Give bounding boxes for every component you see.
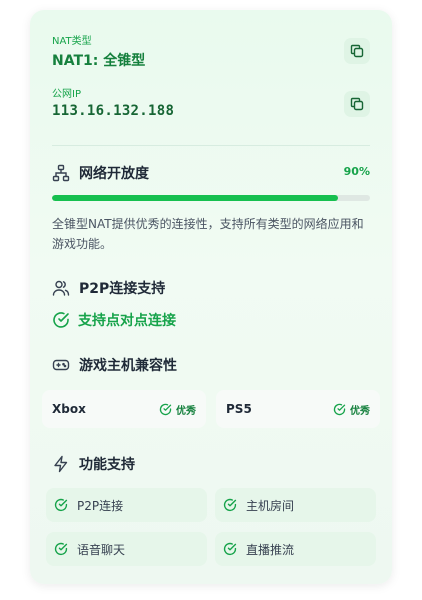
check-circle-icon: [53, 312, 69, 328]
feature-label: P2P连接: [77, 498, 124, 513]
openness-title: 网络开放度: [79, 166, 149, 182]
openness-progress: [52, 195, 370, 201]
console-card-xbox: Xbox 优秀: [42, 390, 206, 428]
progress-fill: [52, 195, 339, 201]
console-name: Xbox: [52, 402, 86, 416]
public-ip-value: 113.16.132.188: [52, 103, 175, 119]
console-list: Xbox 优秀 PS5 优秀: [42, 390, 380, 428]
console-rating: 优秀: [333, 402, 370, 417]
openness-section: 网络开放度 90%: [52, 163, 370, 183]
p2p-status: 支持点对点连接: [52, 310, 370, 330]
nat-type-section: NAT类型 NAT1: 全锥型: [52, 32, 370, 70]
console-name: PS5: [226, 402, 252, 416]
features-title: 功能支持: [79, 457, 135, 473]
features-section: 功能支持: [52, 454, 370, 474]
console-rating-text: 优秀: [350, 405, 370, 417]
public-ip-label: 公网IP: [52, 89, 81, 100]
feature-item: 语音聊天: [46, 532, 207, 566]
console-card-ps5: PS5 优秀: [216, 390, 380, 428]
p2p-section: P2P连接支持: [52, 278, 370, 298]
feature-item: P2P连接: [46, 488, 207, 522]
console-title: 游戏主机兼容性: [79, 358, 177, 374]
copy-ip-button[interactable]: [344, 91, 370, 117]
nat-type-value: NAT1: 全锥型: [52, 53, 146, 69]
feature-label: 语音聊天: [77, 542, 126, 557]
progress-track: [52, 195, 370, 201]
console-rating-text: 优秀: [176, 405, 196, 417]
p2p-title: P2P连接支持: [79, 281, 166, 297]
divider: [52, 145, 370, 146]
nat-info-card: NAT类型 NAT1: 全锥型 公网IP 113.16.132.188 网络开放…: [30, 10, 392, 584]
network-icon: [52, 164, 70, 182]
check-circle-icon: [54, 542, 68, 556]
copy-icon: [350, 44, 364, 58]
check-circle-icon: [159, 403, 172, 415]
console-heading: 游戏主机兼容性: [52, 355, 370, 375]
public-ip-section: 公网IP 113.16.132.188: [52, 85, 370, 119]
p2p-heading: P2P连接支持: [52, 278, 370, 298]
p2p-status-text: 支持点对点连接: [78, 313, 176, 329]
openness-heading: 网络开放度: [52, 163, 370, 183]
console-rating: 优秀: [159, 402, 196, 417]
p2p-status-row: 支持点对点连接: [52, 310, 370, 330]
check-circle-icon: [333, 403, 346, 415]
lightning-icon: [54, 455, 68, 473]
users-icon: [52, 280, 70, 296]
nat-type-label: NAT类型: [52, 36, 92, 47]
feature-label: 直播推流: [246, 542, 295, 557]
copy-icon: [350, 97, 364, 111]
copy-nat-button[interactable]: [344, 38, 370, 64]
openness-description: 全锥型NAT提供优秀的连接性，支持所有类型的网络应用和游戏功能。: [52, 217, 364, 251]
features-heading: 功能支持: [52, 454, 370, 474]
check-circle-icon: [223, 498, 237, 512]
openness-percent: 90%: [343, 165, 370, 178]
console-section: 游戏主机兼容性: [52, 355, 370, 375]
feature-item: 主机房间: [215, 488, 376, 522]
feature-label: 主机房间: [246, 498, 295, 513]
gamepad-icon: [52, 359, 70, 371]
feature-item: 直播推流: [215, 532, 376, 566]
feature-grid: P2P连接 主机房间 语音聊天 直播推流: [46, 488, 376, 566]
check-circle-icon: [54, 498, 68, 512]
check-circle-icon: [223, 542, 237, 556]
